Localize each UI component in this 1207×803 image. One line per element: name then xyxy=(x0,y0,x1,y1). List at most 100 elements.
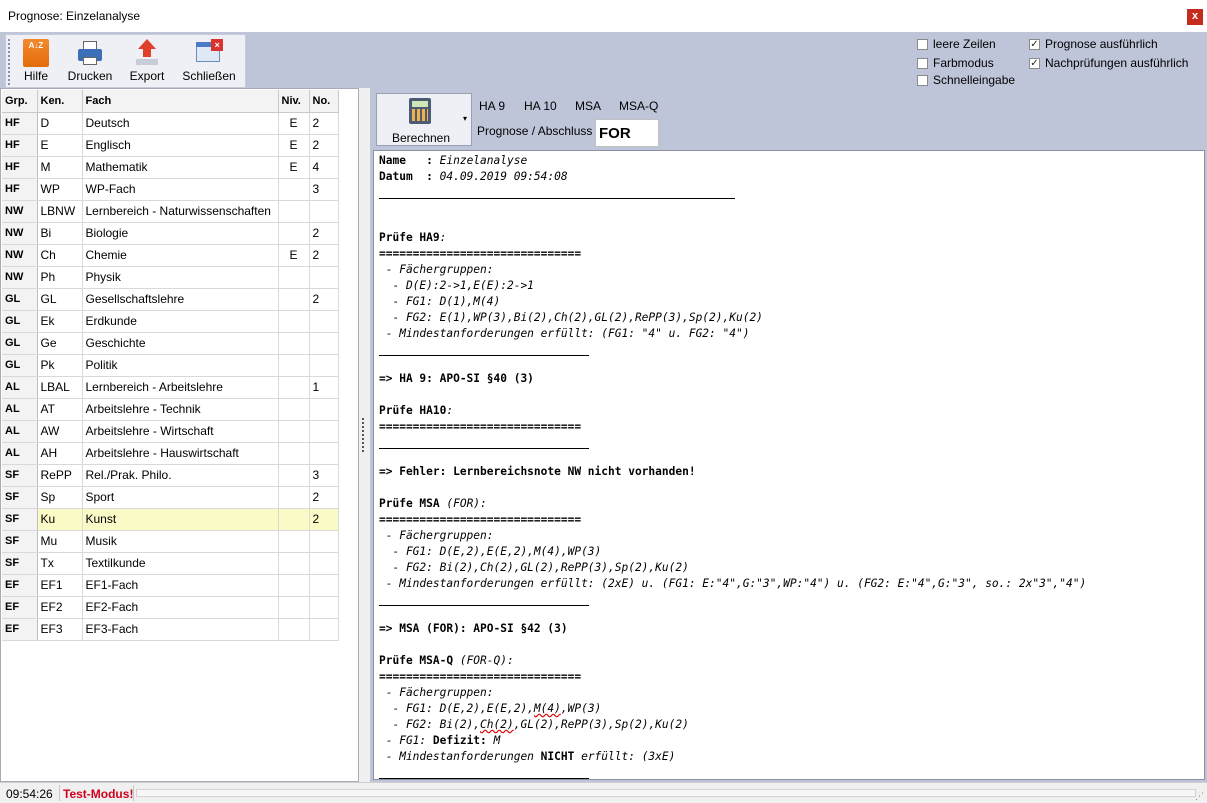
cell-niv[interactable] xyxy=(278,266,310,289)
table-row[interactable]: AL AW Arbeitslehre - Wirtschaft xyxy=(2,420,339,443)
cell-no[interactable]: 4 xyxy=(309,156,339,179)
cell-no[interactable]: 2 xyxy=(309,112,339,135)
cell-ken[interactable]: Mu xyxy=(37,530,83,553)
cell-ken[interactable]: WP xyxy=(37,178,83,201)
cell-ken[interactable]: Tx xyxy=(37,552,83,575)
checkbox[interactable]: ✓ xyxy=(1029,57,1040,69)
cell-no[interactable] xyxy=(309,552,339,575)
cell-ken[interactable]: GL xyxy=(37,288,83,311)
toolbar-grip[interactable] xyxy=(8,39,11,85)
cell-grp[interactable]: GL xyxy=(2,332,38,355)
cell-fach[interactable]: Politik xyxy=(82,354,279,377)
checkbox[interactable] xyxy=(917,74,928,86)
tab-msa-q[interactable]: MSA-Q xyxy=(619,99,658,113)
cell-ken[interactable]: Ku xyxy=(37,508,83,531)
table-row[interactable]: SF Ku Kunst 2 xyxy=(2,508,339,531)
column-header-niv[interactable]: Niv. xyxy=(278,90,310,113)
cell-fach[interactable]: EF3-Fach xyxy=(82,618,279,641)
cell-niv[interactable] xyxy=(278,574,310,597)
cell-niv[interactable] xyxy=(278,354,310,377)
table-row[interactable]: AL AT Arbeitslehre - Technik xyxy=(2,398,339,421)
cell-niv[interactable] xyxy=(278,530,310,553)
cell-fach[interactable]: Textilkunde xyxy=(82,552,279,575)
cell-no[interactable]: 3 xyxy=(309,464,339,487)
cell-grp[interactable]: GL xyxy=(2,354,38,377)
cell-no[interactable] xyxy=(309,420,339,443)
print-button[interactable]: Drucken xyxy=(62,35,118,89)
cell-grp[interactable]: SF xyxy=(2,530,38,553)
cell-ken[interactable]: EF1 xyxy=(37,574,83,597)
option-nachpruefungen-ausfuehrlich[interactable]: ✓ Nachprüfungen ausführlich xyxy=(1029,55,1188,71)
cell-grp[interactable]: HF xyxy=(2,134,38,157)
table-row[interactable]: SF Sp Sport 2 xyxy=(2,486,339,509)
option-prognose-ausfuehrlich[interactable]: ✓ Prognose ausführlich xyxy=(1029,36,1158,52)
cell-no[interactable]: 3 xyxy=(309,178,339,201)
cell-ken[interactable]: AT xyxy=(37,398,83,421)
option-farbmodus[interactable]: Farbmodus xyxy=(917,55,994,71)
cell-fach[interactable]: EF2-Fach xyxy=(82,596,279,619)
cell-grp[interactable]: SF xyxy=(2,552,38,575)
cell-grp[interactable]: HF xyxy=(2,178,38,201)
table-row[interactable]: SF RePP Rel./Prak. Philo. 3 xyxy=(2,464,339,487)
cell-niv[interactable] xyxy=(278,420,310,443)
cell-fach[interactable]: WP-Fach xyxy=(82,178,279,201)
cell-grp[interactable]: NW xyxy=(2,244,38,267)
cell-ken[interactable]: EF2 xyxy=(37,596,83,619)
cell-ken[interactable]: AW xyxy=(37,420,83,443)
table-row[interactable]: GL Ge Geschichte xyxy=(2,332,339,355)
table-row[interactable]: HF D Deutsch E 2 xyxy=(2,112,339,135)
cell-ken[interactable]: Sp xyxy=(37,486,83,509)
cell-niv[interactable] xyxy=(278,178,310,201)
report-view[interactable]: Name : Einzelanalyse Datum : 04.09.2019 0… xyxy=(373,150,1205,780)
table-row[interactable]: EF EF1 EF1-Fach xyxy=(2,574,339,597)
cell-fach[interactable]: Arbeitslehre - Technik xyxy=(82,398,279,421)
cell-fach[interactable]: EF1-Fach xyxy=(82,574,279,597)
cell-grp[interactable]: GL xyxy=(2,310,38,333)
cell-niv[interactable] xyxy=(278,222,310,245)
cell-grp[interactable]: NW xyxy=(2,200,38,223)
cell-niv[interactable] xyxy=(278,200,310,223)
cell-ken[interactable]: LBNW xyxy=(37,200,83,223)
cell-fach[interactable]: Englisch xyxy=(82,134,279,157)
cell-ken[interactable]: Ph xyxy=(37,266,83,289)
cell-fach[interactable]: Sport xyxy=(82,486,279,509)
cell-fach[interactable]: Lernbereich - Naturwissenschaften xyxy=(82,200,279,223)
table-row[interactable]: NW Ph Physik xyxy=(2,266,339,289)
cell-grp[interactable]: EF xyxy=(2,618,38,641)
cell-fach[interactable]: Musik xyxy=(82,530,279,553)
cell-grp[interactable]: HF xyxy=(2,156,38,179)
checkbox[interactable] xyxy=(917,38,928,50)
checkbox[interactable] xyxy=(917,57,928,69)
cell-grp[interactable]: SF xyxy=(2,464,38,487)
cell-no[interactable] xyxy=(309,398,339,421)
cell-ken[interactable]: LBAL xyxy=(37,376,83,399)
table-row[interactable]: EF EF3 EF3-Fach xyxy=(2,618,339,641)
tab-ha9[interactable]: HA 9 xyxy=(479,99,505,113)
cell-niv[interactable] xyxy=(278,596,310,619)
cell-fach[interactable]: Kunst xyxy=(82,508,279,531)
cell-ken[interactable]: Pk xyxy=(37,354,83,377)
cell-ken[interactable]: Bi xyxy=(37,222,83,245)
cell-ken[interactable]: EF3 xyxy=(37,618,83,641)
cell-grp[interactable]: NW xyxy=(2,266,38,289)
cell-ken[interactable]: D xyxy=(37,112,83,135)
resize-grip-icon[interactable]: ⋰ xyxy=(1195,791,1204,802)
table-row[interactable]: EF EF2 EF2-Fach xyxy=(2,596,339,619)
table-row[interactable]: SF Tx Textilkunde xyxy=(2,552,339,575)
cell-niv[interactable] xyxy=(278,398,310,421)
cell-fach[interactable]: Chemie xyxy=(82,244,279,267)
cell-no[interactable] xyxy=(309,596,339,619)
cell-niv[interactable] xyxy=(278,464,310,487)
cell-fach[interactable]: Biologie xyxy=(82,222,279,245)
cell-niv[interactable] xyxy=(278,486,310,509)
checkbox[interactable]: ✓ xyxy=(1029,38,1040,50)
close-button[interactable]: × Schließen xyxy=(178,35,240,89)
cell-no[interactable]: 2 xyxy=(309,288,339,311)
cell-no[interactable] xyxy=(309,618,339,641)
cell-no[interactable] xyxy=(309,310,339,333)
panel-splitter[interactable] xyxy=(362,418,365,452)
cell-no[interactable]: 2 xyxy=(309,508,339,531)
cell-niv[interactable] xyxy=(278,552,310,575)
table-row[interactable]: NW Bi Biologie 2 xyxy=(2,222,339,245)
cell-fach[interactable]: Deutsch xyxy=(82,112,279,135)
